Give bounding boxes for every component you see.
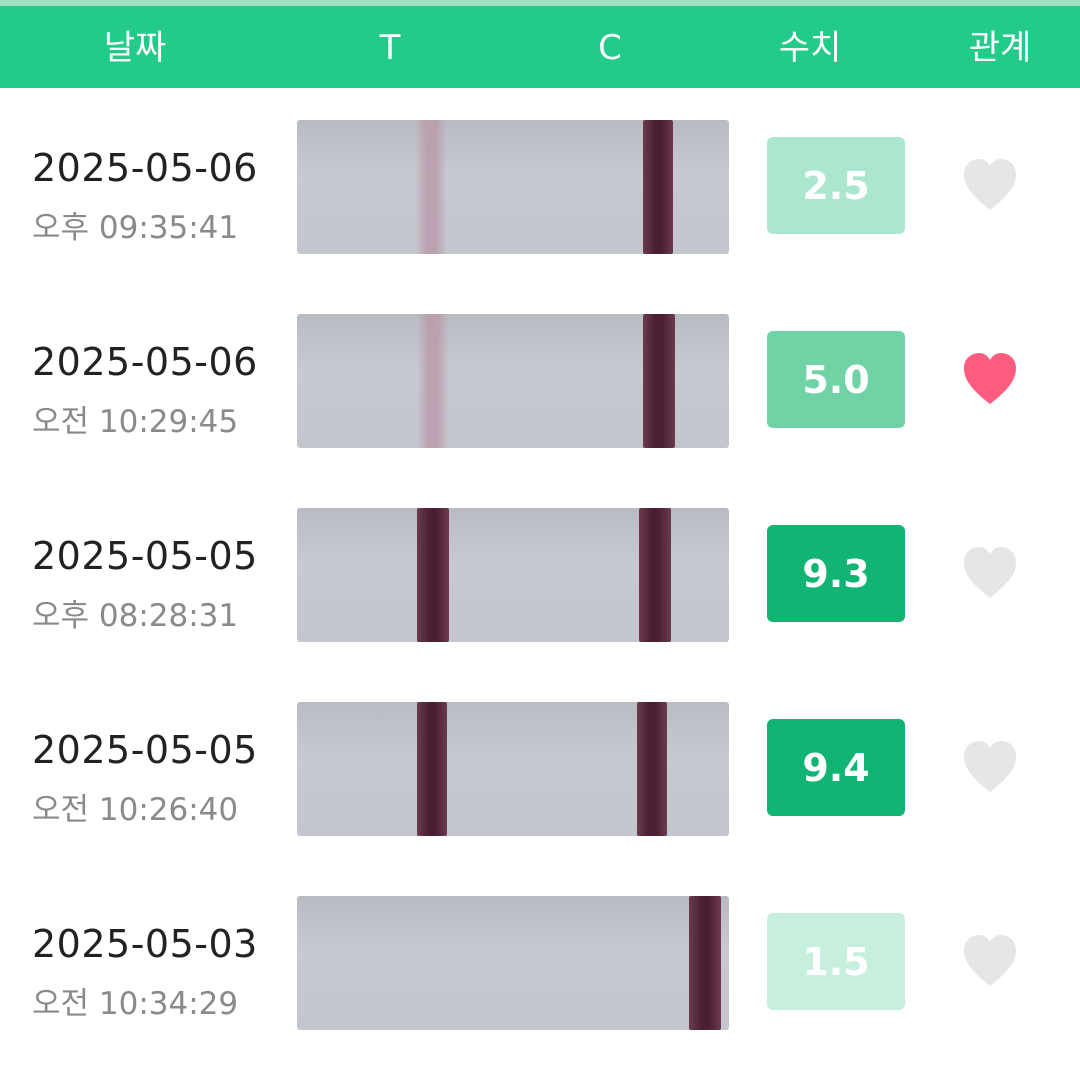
- row-time: 오후 08:28:31: [32, 598, 239, 634]
- row-date: 2025-05-05: [32, 728, 258, 772]
- row-time: 오전 10:26:40: [32, 792, 239, 828]
- t-line: [415, 120, 447, 254]
- row-date: 2025-05-03: [32, 922, 258, 966]
- table-row[interactable]: 2025-05-06 오전 10:29:45 5.0: [0, 314, 1080, 508]
- row-date: 2025-05-06: [32, 146, 258, 190]
- header-date: 날짜: [103, 28, 167, 68]
- header-value: 수치: [778, 28, 842, 68]
- test-strip-image[interactable]: [297, 896, 729, 1030]
- t-line: [417, 702, 447, 836]
- row-time: 오후 09:35:41: [32, 210, 239, 246]
- table-row[interactable]: 2025-05-03 오전 10:34:29 1.5: [0, 896, 1080, 1090]
- row-time: 오전 10:34:29: [32, 986, 239, 1022]
- value-badge: 2.5: [767, 137, 905, 234]
- heart-icon[interactable]: [962, 352, 1018, 406]
- table-row[interactable]: 2025-05-05 오후 08:28:31 9.3: [0, 508, 1080, 702]
- value-badge: 9.3: [767, 525, 905, 622]
- row-time: 오전 10:29:45: [32, 404, 239, 440]
- c-line: [643, 120, 673, 254]
- table-row[interactable]: 2025-05-05 오전 10:26:40 9.4: [0, 702, 1080, 896]
- header-c-line: C: [598, 28, 622, 68]
- row-date: 2025-05-05: [32, 534, 258, 578]
- heart-icon[interactable]: [962, 740, 1018, 794]
- test-strip-image[interactable]: [297, 120, 729, 254]
- header-t-line: T: [379, 28, 401, 68]
- test-strip-image[interactable]: [297, 314, 729, 448]
- c-line: [637, 702, 667, 836]
- test-strip-image[interactable]: [297, 508, 729, 642]
- table-row[interactable]: 2025-05-06 오후 09:35:41 2.5: [0, 120, 1080, 314]
- heart-icon[interactable]: [962, 158, 1018, 212]
- value-badge: 1.5: [767, 913, 905, 1010]
- header-relation: 관계: [968, 28, 1032, 68]
- row-date: 2025-05-06: [32, 340, 258, 384]
- value-badge: 9.4: [767, 719, 905, 816]
- value-badge: 5.0: [767, 331, 905, 428]
- table-header: 날짜 T C 수치 관계: [0, 6, 1080, 88]
- test-strip-image[interactable]: [297, 702, 729, 836]
- t-line: [457, 896, 487, 1030]
- heart-icon[interactable]: [962, 934, 1018, 988]
- c-line: [639, 508, 671, 642]
- c-line: [643, 314, 675, 448]
- t-line: [417, 314, 449, 448]
- heart-icon[interactable]: [962, 546, 1018, 600]
- t-line: [417, 508, 449, 642]
- c-line: [689, 896, 721, 1030]
